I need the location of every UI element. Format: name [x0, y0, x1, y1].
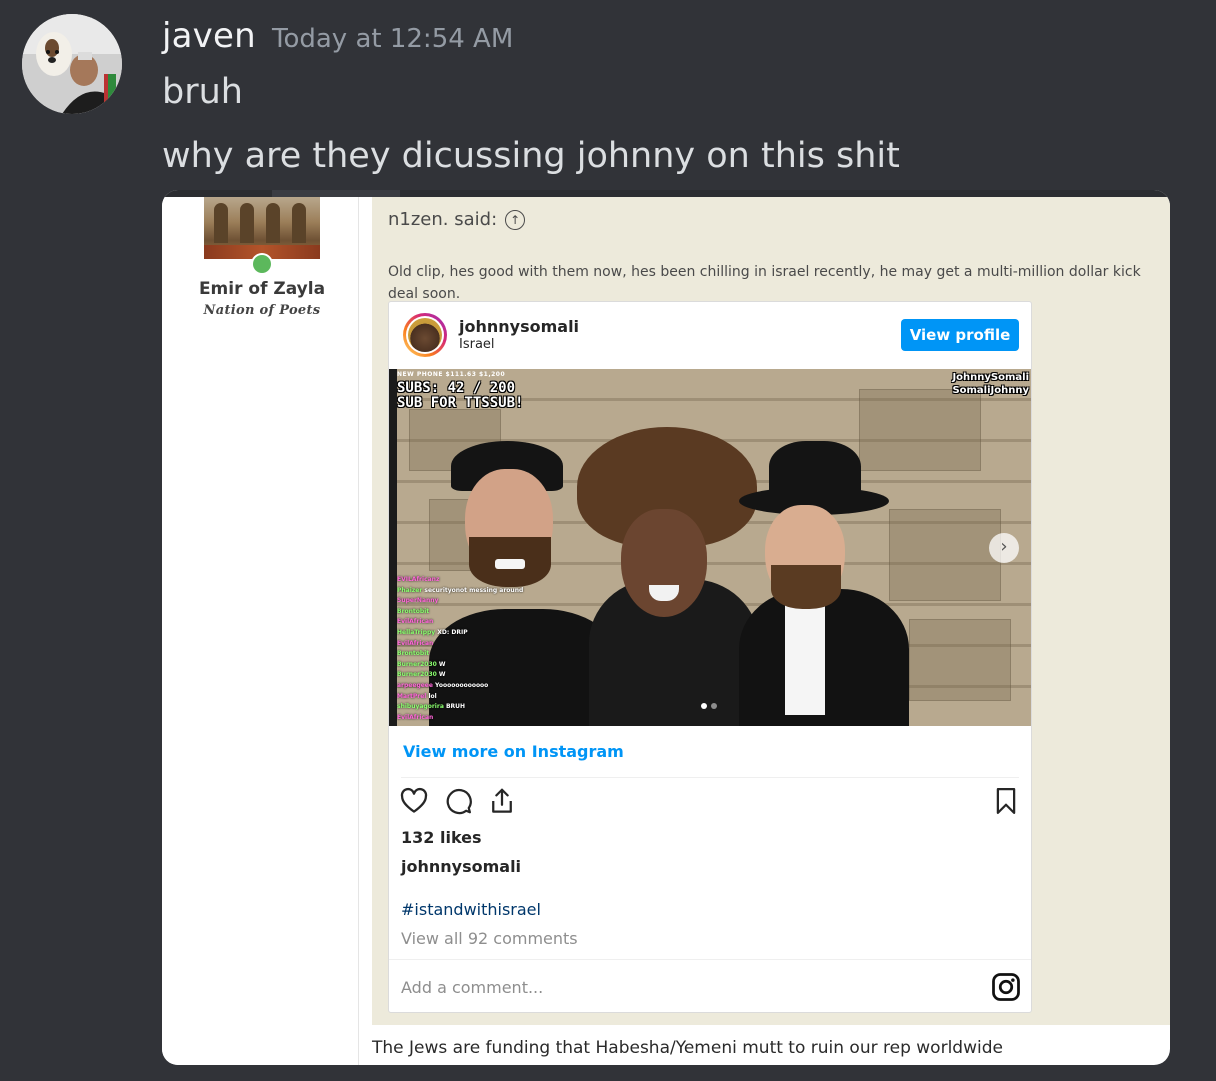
instagram-divider: [401, 777, 1019, 778]
jump-to-quote-icon[interactable]: ↑: [505, 209, 526, 230]
chat-line: Brontobit: [397, 607, 430, 615]
forum-poster-panel: Emir of Zayla Nation of Poets: [162, 197, 359, 1065]
message-line-1: bruh: [162, 72, 243, 112]
caption-hashtag[interactable]: #istandwithisrael: [401, 900, 541, 919]
message-author[interactable]: javen: [162, 16, 256, 56]
quote-text: Old clip, hes good with them now, hes be…: [388, 264, 1141, 302]
comment-icon[interactable]: [443, 786, 473, 816]
instagram-username[interactable]: johnnysomali: [459, 317, 579, 336]
likes-count[interactable]: 132 likes: [401, 828, 482, 847]
chat-line: SuperNanny: [397, 597, 439, 605]
chat-line: Phaizer securityonot messing around: [397, 586, 524, 594]
quote-author: n1zen. said:: [388, 209, 498, 230]
chat-line: HellaTrippy XD: DRIP: [397, 628, 468, 636]
chat-line: MartPrel lol: [397, 692, 437, 700]
caption-username[interactable]: johnnysomali: [401, 857, 521, 876]
stream-subs-overlay: SUBS: 42 / 200 SUB FOR TTSSUB!: [397, 380, 524, 411]
chat-line: EvilAfrican: [397, 618, 434, 626]
image-attachment[interactable]: Emir of Zayla Nation of Poets n1zen. sai…: [162, 190, 1170, 1065]
instagram-action-bar: [399, 786, 517, 816]
chat-line: arpeegeee Yoooooooooooo: [397, 681, 489, 689]
view-all-comments-link[interactable]: View all 92 comments: [401, 929, 578, 948]
forum-poster-name[interactable]: Emir of Zayla: [162, 279, 362, 299]
forum-quote-block: n1zen. said: ↑ Old clip, hes good with t…: [372, 197, 1170, 1025]
chat-line: EvilAfrican: [397, 639, 434, 647]
chat-line: shibuyagorira BRUH: [397, 703, 466, 711]
view-more-on-instagram-link[interactable]: View more on Instagram: [403, 742, 624, 761]
message-timestamp[interactable]: Today at 12:54 AM: [272, 24, 513, 54]
instagram-divider-bottom: [389, 959, 1031, 960]
attachment-top-edge: [162, 190, 1170, 197]
instagram-embed: johnnysomali Israel View profile NEW PHO…: [388, 301, 1032, 1013]
avatar-image: [22, 14, 122, 114]
heart-icon[interactable]: [399, 786, 429, 816]
carousel-dots: [701, 703, 717, 709]
instagram-header: johnnysomali Israel View profile: [389, 302, 1031, 368]
forum-poster-title: Nation of Poets: [203, 303, 321, 318]
online-status-icon: [251, 253, 273, 275]
chat-line: EvilAfrican: [397, 713, 434, 721]
chat-line: EVILAfricanz: [397, 576, 440, 583]
instagram-post-image[interactable]: NEW PHONE $111.63 $1,200 SUBS: 42 / 200 …: [389, 369, 1031, 726]
carousel-next-icon[interactable]: ›: [989, 533, 1019, 563]
forum-reply-text: The Jews are funding that Habesha/Yemeni…: [372, 1038, 1003, 1058]
instagram-logo-icon[interactable]: [991, 972, 1021, 1002]
view-profile-button[interactable]: View profile: [901, 319, 1019, 351]
stream-social-overlay: JohnnySomali SomaliJohnny: [952, 372, 1029, 396]
chat-line: Burner2030 W: [397, 671, 446, 679]
share-icon[interactable]: [487, 786, 517, 816]
user-avatar[interactable]: [22, 14, 122, 114]
discord-message: javen Today at 12:54 AM bruh why are the…: [0, 0, 1216, 1081]
add-comment-input[interactable]: Add a comment...: [401, 978, 543, 997]
stream-top-stats: NEW PHONE $111.63 $1,200: [397, 371, 506, 378]
chat-line: Brontobit: [397, 650, 430, 658]
bookmark-icon[interactable]: [991, 786, 1021, 816]
forum-poster-avatar: [204, 197, 320, 259]
chat-line: Burner2030 W: [397, 660, 446, 668]
stream-chat-overlay: EVILAfricanz Phaizer securityonot messin…: [397, 575, 557, 723]
attachment-top-nub: [272, 190, 400, 197]
message-line-2: why are they dicussing johnny on this sh…: [162, 136, 900, 176]
instagram-avatar[interactable]: [403, 313, 447, 357]
quote-header: n1zen. said: ↑: [388, 209, 526, 230]
instagram-location[interactable]: Israel: [459, 337, 495, 352]
